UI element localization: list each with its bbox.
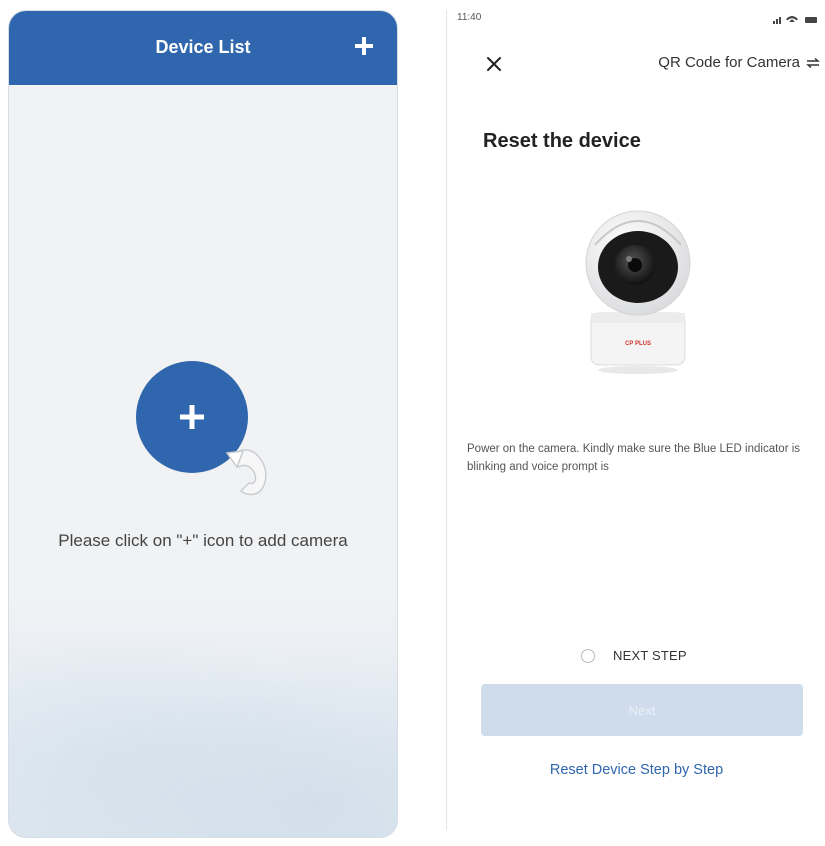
app-header: Device List	[9, 11, 397, 85]
reset-step-by-step-link[interactable]: Reset Device Step by Step	[447, 762, 825, 778]
status-icons	[773, 16, 817, 24]
background-decoration	[9, 607, 397, 837]
page-title: Device List	[155, 37, 251, 57]
camera-image: CP PLUS	[585, 210, 691, 374]
add-camera-hint: Please click on "+" icon to add camera	[58, 531, 348, 550]
qr-code-for-camera-link[interactable]: QR Code for Camera	[658, 54, 820, 71]
qr-link-label: QR Code for Camera	[658, 54, 800, 71]
reset-instructions: Power on the camera. Kindly make sure th…	[467, 443, 801, 473]
next-step-label: NEXT STEP	[613, 648, 687, 663]
next-step-radio[interactable]	[581, 648, 595, 663]
next-button[interactable]: Next	[481, 684, 803, 736]
status-time: 11:40	[457, 12, 482, 23]
camera-brand-label: CP PLUS	[625, 341, 651, 347]
plus-icon	[355, 37, 373, 55]
close-icon	[487, 57, 501, 71]
switch-icon	[806, 57, 820, 68]
pointing-hand-icon	[225, 449, 267, 496]
device-list-screen: Device List Please click on "+" icon to …	[8, 10, 398, 838]
header-add-button[interactable]	[349, 31, 379, 61]
close-button[interactable]	[483, 53, 505, 75]
next-step-option[interactable]: NEXT STEP	[581, 648, 687, 663]
page-heading: Reset the device	[483, 130, 641, 152]
reset-device-screen: 11:40 QR Code for Camera Reset the devic…	[446, 10, 825, 830]
plus-icon	[180, 405, 204, 429]
